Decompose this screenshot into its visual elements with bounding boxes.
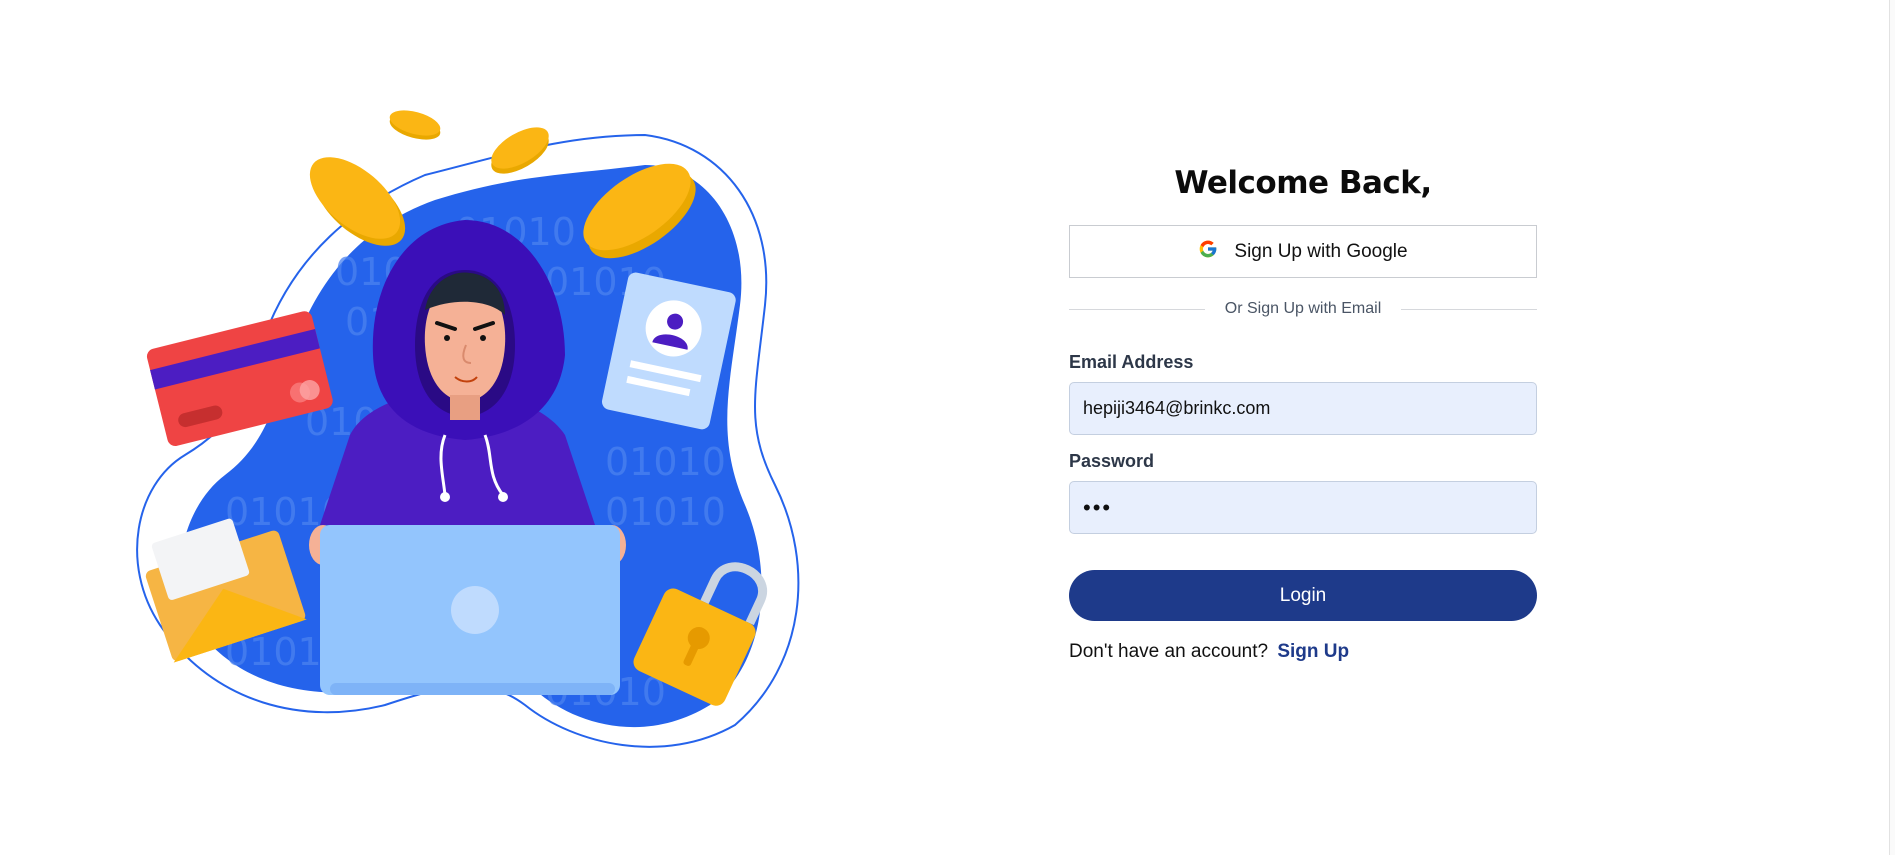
signup-link[interactable]: Sign Up xyxy=(1277,641,1349,662)
google-signup-label: Sign Up with Google xyxy=(1234,240,1408,262)
page-title: Welcome Back, xyxy=(1174,165,1432,201)
login-button[interactable]: Login xyxy=(1069,570,1537,621)
login-page: 01010 01010 01010 01010 01010 01010 0101… xyxy=(0,0,1895,855)
email-field[interactable] xyxy=(1069,382,1537,435)
divider-line xyxy=(1401,308,1537,310)
divider-text: Or Sign Up with Email xyxy=(1224,300,1382,317)
vertical-scrollbar[interactable] xyxy=(1889,0,1895,855)
no-account-text: Don't have an account? xyxy=(1069,641,1269,662)
divider-line xyxy=(1069,308,1205,310)
coin-icon xyxy=(389,110,441,140)
laptop-icon xyxy=(320,525,620,695)
password-field[interactable] xyxy=(1069,481,1537,534)
google-signup-button[interactable]: Sign Up with Google xyxy=(1069,225,1537,278)
login-form: Welcome Back, Sign Up with Google Or Sig… xyxy=(1069,160,1537,663)
hacker-illustration: 01010 01010 01010 01010 01010 01010 0101… xyxy=(125,105,825,775)
google-icon xyxy=(1200,240,1217,257)
binary-text: 01010 xyxy=(605,440,726,484)
email-divider: Or Sign Up with Email xyxy=(1069,298,1537,320)
binary-text: 01010 xyxy=(605,490,726,534)
coin-icon xyxy=(491,127,549,174)
signup-prompt: Don't have an account? Sign Up xyxy=(1069,641,1537,663)
password-label: Password xyxy=(1069,451,1155,471)
email-label: Email Address xyxy=(1069,352,1194,372)
